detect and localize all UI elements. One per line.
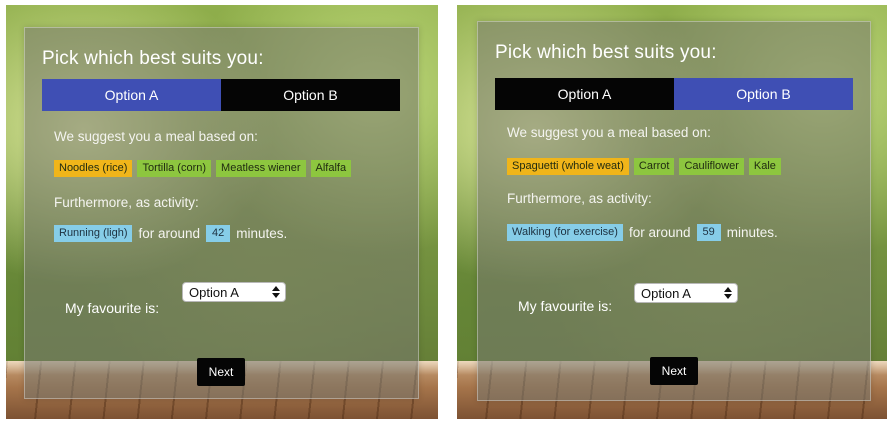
meal-intro-text: We suggest you a meal based on: (54, 129, 258, 144)
favourite-select[interactable]: Option A (182, 282, 286, 302)
for-around-text: for around (138, 226, 201, 241)
page-title: Pick which best suits you: (495, 42, 717, 63)
for-around-text: for around (628, 225, 691, 240)
meal-tag: Carrot (633, 158, 675, 175)
meal-tag: Cauliflower (679, 158, 744, 175)
favourite-label: My favourite is: (518, 298, 613, 314)
option-tabs: Option A Option B (42, 79, 400, 111)
meal-tag: Kale (748, 158, 781, 175)
meal-tag: Noodles (rice) (54, 160, 133, 177)
select-arrows-icon (272, 286, 280, 298)
tab-option-b[interactable]: Option B (674, 78, 853, 110)
activity-intro-text: Furthermore, as activity: (507, 191, 652, 206)
meal-tags: Noodles (rice) Tortilla (corn) Meatless … (54, 160, 352, 177)
tab-option-a[interactable]: Option A (495, 78, 674, 110)
next-button[interactable]: Next (650, 357, 698, 385)
screenshot-right: Pick which best suits you: Option A Opti… (457, 5, 887, 419)
option-tabs: Option A Option B (495, 78, 853, 110)
meal-tag: Tortilla (corn) (137, 160, 212, 177)
minutes-label: minutes. (726, 225, 778, 240)
survey-card: Pick which best suits you: Option A Opti… (24, 27, 419, 399)
favourite-select[interactable]: Option A (634, 283, 738, 303)
meal-tags: Spaguetti (whole weat) Carrot Cauliflowe… (507, 158, 781, 175)
minutes-value: 59 (696, 224, 721, 241)
page-title: Pick which best suits you: (42, 48, 264, 69)
meal-intro-text: We suggest you a meal based on: (507, 125, 711, 140)
activity-tag: Running (ligh) (54, 225, 133, 242)
meal-tag: Meatless wiener (216, 160, 306, 177)
tab-option-a[interactable]: Option A (42, 79, 221, 111)
activity-intro-text: Furthermore, as activity: (54, 195, 199, 210)
meal-tag: Alfalfa (310, 160, 352, 177)
minutes-value: 42 (206, 225, 231, 242)
favourite-selected-value: Option A (641, 285, 691, 301)
meal-tag: Spaguetti (whole weat) (507, 158, 629, 175)
activity-tag: Walking (for exercise) (507, 224, 623, 241)
next-button[interactable]: Next (197, 358, 245, 386)
tab-option-b[interactable]: Option B (221, 79, 400, 111)
favourite-label: My favourite is: (65, 300, 160, 316)
activity-row: Walking (for exercise) for around 59 min… (507, 224, 778, 241)
favourite-selected-value: Option A (189, 284, 239, 300)
minutes-label: minutes. (236, 226, 288, 241)
screenshot-left: Pick which best suits you: Option A Opti… (6, 5, 438, 419)
select-arrows-icon (724, 287, 732, 299)
activity-row: Running (ligh) for around 42 minutes. (54, 225, 287, 242)
survey-card: Pick which best suits you: Option A Opti… (477, 21, 871, 401)
